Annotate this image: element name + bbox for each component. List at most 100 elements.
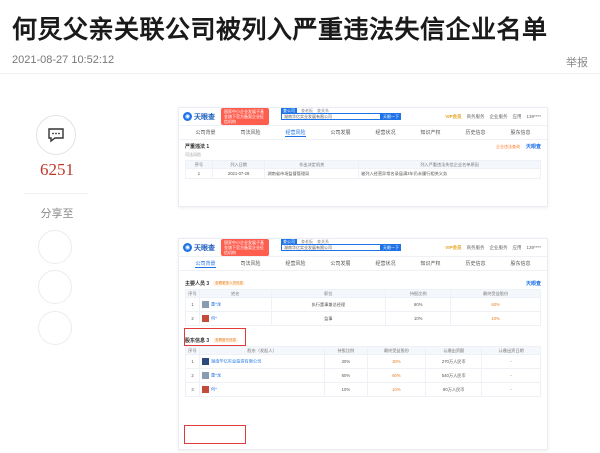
cell-holder: 何* [198,382,326,397]
tab-company[interactable]: 查公司 [281,239,297,245]
staff-badge[interactable]: 查看更多人员信息 [213,280,246,286]
cell-holder: 湖南华亿实业投资有限公司 [198,354,326,369]
tab-relation[interactable]: 查关系 [317,108,329,114]
cell-ratio: 10% [385,311,452,326]
avatar [202,315,209,322]
app-link[interactable]: 应用 [512,245,521,251]
col-authority: 作出决定机关 [264,160,360,169]
col-ratio: 持股比例 [324,346,368,355]
col-benefit: 最终受益股份 [450,289,541,298]
app-link[interactable]: 应用 [512,114,521,120]
nav-background[interactable]: 公司背景 [195,260,216,268]
vip-link[interactable]: VIP会员 [445,114,461,120]
tab-boss[interactable]: 查老板 [301,108,313,114]
person-link[interactable]: 董*龙 [211,302,221,307]
article-title: 何炅父亲关联公司被列入严重违法失信企业名单 [12,16,548,44]
nav-development[interactable]: 公司发展 [330,260,350,267]
top-links: VIP会员 商务服务 企业服务 应用 139**** [445,114,541,120]
cell-holder: 董*龙 [198,368,326,383]
holder-link[interactable]: 何* [211,387,217,392]
comment-button[interactable] [36,115,76,155]
tab-boss[interactable]: 查老板 [301,239,313,245]
search-input[interactable]: 湖南华亿实业发展有限公司 [281,244,381,251]
person-link[interactable]: 何* [211,316,217,321]
col-date: 列入日期 [211,160,266,169]
cell-role: 执行董事兼总经理 [270,297,387,312]
nav-judicial[interactable]: 司法风险 [240,260,260,267]
highlight-box-holder [184,425,246,444]
table-header-row: 序号 列入日期 作出决定机关 列入严重违法失信企业名单原因 [185,160,541,169]
comment-count: 6251 [40,160,74,179]
nav-shareholders[interactable]: 股东信息 [510,129,530,136]
search-area: 查公司 查老板 查关系 湖南华亿实业发展有限公司 天眼一下 [281,108,401,120]
enterprise-link[interactable]: 企业服务 [489,245,507,251]
nav-judicial[interactable]: 司法风险 [240,129,260,136]
col-no: 序号 [185,160,213,169]
tyc-topbar: ◉ 天眼查 国家中小企业发展子基金旗下官方备案企业征信机构 查公司 查老板 查关… [179,108,547,126]
user-link[interactable]: 139**** [526,245,541,251]
nav-development[interactable]: 公司发展 [330,129,350,136]
business-link[interactable]: 商务服务 [466,245,484,251]
nav-background[interactable]: 公司背景 [195,129,215,136]
comment-icon [48,128,64,143]
col-no: 序号 [185,346,200,355]
col-ratio: 持股比例 [385,289,452,298]
tyc-nav: 公司背景 司法风险 经营风险 公司发展 经营状况 知识产权 历史信息 股东信息 [179,257,547,271]
nav-ip[interactable]: 知识产权 [420,129,440,136]
search-tabs: 查公司 查老板 查关系 [281,108,329,114]
col-no: 序号 [185,289,200,298]
holder-link[interactable]: 董*龙 [211,373,221,378]
nav-history[interactable]: 历史信息 [465,260,485,267]
cell-date: - [481,368,541,383]
logo-text: 天眼查 [194,244,215,252]
cell-no: 1 [185,354,200,369]
col-benefit: 最终受益股份 [366,346,427,355]
cell-date: - [481,354,541,369]
user-link[interactable]: 139**** [526,114,541,120]
search-button[interactable]: 天眼一下 [381,113,401,120]
tyc-logo: ◉ 天眼查 [183,243,215,253]
title-divider [0,73,600,74]
share-weibo-button[interactable] [38,270,72,304]
avatar [202,372,209,379]
table-row: 1 湖南华亿实业投资有限公司 30% 30% 270万人民币 - [185,354,541,369]
nav-shareholders[interactable]: 股东信息 [510,260,530,267]
tyc-nav: 公司背景 司法风险 经营风险 公司发展 经营状况 知识产权 历史信息 股东信息 [179,126,547,140]
ad-banner: 国家中小企业发展子基金旗下官方备案企业征信机构 [221,108,269,125]
cell-name: 何* [199,311,272,326]
col-date: 认缴出资日期 [481,346,541,355]
business-link[interactable]: 商务服务 [466,114,484,120]
nav-ip[interactable]: 知识产权 [420,260,440,267]
tab-relation[interactable]: 查关系 [317,239,329,245]
cell-amount: 270万人民币 [425,354,483,369]
eye-icon: ◉ [183,112,192,121]
section-title: 严重违法 1 [185,143,210,150]
cell-ratio: 60% [385,297,452,312]
cell-role: 监事 [270,311,387,326]
screenshot-serious-violation: ◉ 天眼查 国家中小企业发展子基金旗下官方备案企业征信机构 查公司 查老板 查关… [178,107,548,207]
cell-amount: 90万人民币 [425,382,483,397]
search-input[interactable]: 湖南华亿实业发展有限公司 [281,113,381,120]
vip-link[interactable]: VIP会员 [445,245,461,251]
tyc-mark-text: 天眼查 [525,144,541,150]
enterprise-link[interactable]: 企业服务 [489,114,507,120]
nav-history[interactable]: 历史信息 [465,129,485,136]
holder-link[interactable]: 湖南华亿实业投资有限公司 [211,359,261,364]
cell-amount: 540万人民币 [425,368,483,383]
nav-operating-risk[interactable]: 经营风险 [285,260,305,267]
table-header-row: 序号 股东（发起人） 持股比例 最终受益股份 认缴出资额 认缴出资日期 [185,346,541,355]
nav-status[interactable]: 经营状况 [375,129,395,136]
section-staff: 主要人员 3 查看更多人员信息 天眼查 [179,277,547,289]
company-logo [202,358,209,365]
nav-status[interactable]: 经营状况 [375,260,395,267]
nav-operating-risk[interactable]: 经营风险 [285,129,306,137]
share-wechat-button[interactable] [38,230,72,264]
avatar [202,386,209,393]
col-reason: 列入严重违法失信企业名单原因 [358,160,541,169]
cell-no: 3 [185,382,200,397]
search-button[interactable]: 天眼一下 [381,244,401,251]
share-qzone-button[interactable] [38,311,72,345]
highlight-box-staff [184,328,246,346]
report-link[interactable]: 举报 [566,54,588,70]
tab-company[interactable]: 查公司 [281,108,297,114]
